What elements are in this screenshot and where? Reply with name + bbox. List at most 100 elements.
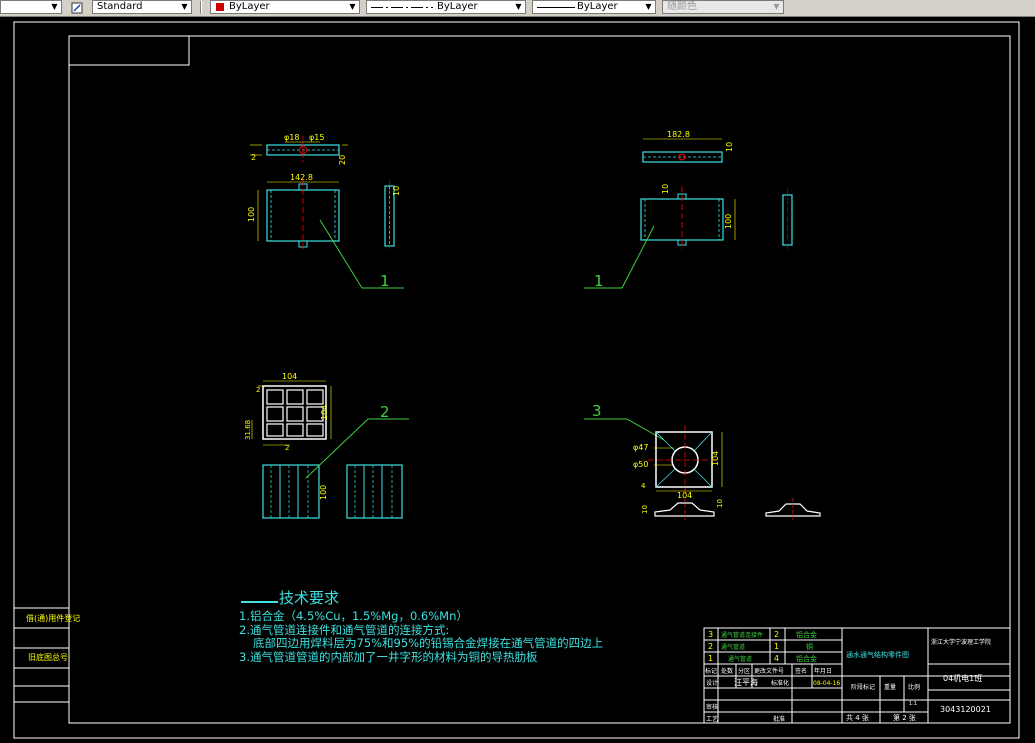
part-label-3: 3 xyxy=(592,402,602,420)
part-label-1a: 1 xyxy=(380,272,390,290)
outer-sheet-border xyxy=(13,21,1020,739)
sheet-number: 第 2 张 xyxy=(893,713,916,722)
tech-item-1: 1.铝合金（4.5%Cu，1.5%Mg，0.6%Mn） xyxy=(239,609,468,623)
designer-name: 汪平海 xyxy=(734,677,758,687)
plot-style-dropdown[interactable]: 随颜色 ▼ xyxy=(662,0,784,14)
dim-d15: φ15 xyxy=(309,133,324,142)
dim-20: 20 xyxy=(338,155,347,165)
dim-10b: 10 xyxy=(661,184,670,194)
text-style-icon[interactable] xyxy=(70,0,84,14)
part-name-1: 通气管道 xyxy=(728,655,752,663)
part-material-1: 铝合金 xyxy=(796,654,817,663)
part-name-2: 通气管道 xyxy=(721,643,745,651)
part-no-2: 2 xyxy=(708,642,713,651)
dim-side10: 10 xyxy=(716,499,724,508)
dim-104v: 104 xyxy=(320,405,329,420)
dim-10: 10 xyxy=(641,505,649,514)
design-label: 设计 xyxy=(706,679,718,687)
left-strip-label-old-drawing: 旧底图总号 xyxy=(28,652,68,662)
header-date: 年月日 xyxy=(814,667,832,675)
chevron-down-icon[interactable]: ▼ xyxy=(642,1,655,13)
header-zone: 分区 xyxy=(738,667,750,675)
dashdot-line-icon xyxy=(371,7,433,8)
approve-label: 批准 xyxy=(773,715,785,723)
text-style-value: Standard xyxy=(97,1,143,12)
std-label: 标准化 xyxy=(771,679,789,687)
dim-182-8: 182.8 xyxy=(667,130,690,139)
dim-2: 2 xyxy=(256,386,260,394)
top-left-box xyxy=(68,35,190,66)
drawing-canvas[interactable]: 借(通)用件登记 旧底图总号 φ18 φ15 2 20 142.8 100 10… xyxy=(0,16,1035,743)
view-part3-flange: 3 φ47 φ50 4 104 104 10 10 xyxy=(584,402,821,520)
text-style-dropdown[interactable]: Standard ▼ xyxy=(92,0,192,14)
part-no-1: 1 xyxy=(708,654,713,663)
chevron-down-icon[interactable]: ▼ xyxy=(512,1,525,13)
part-name-3: 通气管道连接件 xyxy=(721,631,763,639)
tech-item-2-detail: 底部四边用焊料层为75%和95%的铅锡合金焊接在通气管道的四边上 xyxy=(253,636,603,650)
view-part1-right: 182.8 10 10 100 1 xyxy=(584,130,793,290)
header-mark: 标记 xyxy=(705,667,717,675)
design-date: 08-04-16 xyxy=(813,680,840,687)
dim-142-8: 142.8 xyxy=(290,173,313,182)
dim-4: 4 xyxy=(641,482,646,490)
header-count: 处数 xyxy=(721,667,733,675)
dim-10a: 10 xyxy=(725,142,734,152)
scale-value: 1:1 xyxy=(909,701,917,707)
layer-dropdown[interactable]: ByLayer ▼ xyxy=(210,0,360,14)
lineweight-value: ByLayer xyxy=(577,1,618,12)
solid-line-icon xyxy=(537,7,575,8)
left-strip-label-reuse: 借(通)用件登记 xyxy=(26,613,80,623)
tech-title: 技术要求 xyxy=(279,589,339,607)
dim-d18: φ18 xyxy=(284,133,299,142)
tech-requirements: 技术要求 1.铝合金（4.5%Cu，1.5%Mg，0.6%Mn） 2.通气管道连… xyxy=(239,589,603,664)
linetype-dropdown[interactable]: ByLayer ▼ xyxy=(366,0,526,14)
flange-side-section xyxy=(654,502,715,517)
dim-d47: φ47 xyxy=(633,443,648,452)
prev-style-dropdown[interactable]: ▼ xyxy=(0,0,62,14)
check-label: 审核 xyxy=(706,703,718,711)
plot-style-value: 随颜色 xyxy=(667,1,697,12)
student-id: 3043120021 xyxy=(940,705,991,714)
process-label: 工艺 xyxy=(706,715,718,723)
part-label-2: 2 xyxy=(380,403,390,421)
view-part2-grid: 104 2 31.68 2 104 100 2 xyxy=(244,372,409,519)
chevron-down-icon[interactable]: ▼ xyxy=(48,1,61,13)
view-part1-left: φ18 φ15 2 20 142.8 100 10 1 xyxy=(247,133,404,290)
tech-item-2: 2.通气管道连接件和通气管道的连接方式: xyxy=(239,623,449,637)
part-qty-2: 1 xyxy=(774,642,779,651)
part-no-3: 3 xyxy=(708,630,713,639)
stage-label: 阶段标记 xyxy=(851,683,875,691)
chevron-down-icon[interactable]: ▼ xyxy=(770,1,783,13)
lineweight-dropdown[interactable]: ByLayer ▼ xyxy=(532,0,656,14)
dim-10: 10 xyxy=(392,186,401,196)
header-change-doc: 更改文件号 xyxy=(754,667,784,675)
dim-100: 100 xyxy=(319,485,328,500)
part-label-1b: 1 xyxy=(594,272,604,290)
dim-100: 100 xyxy=(247,207,256,222)
drawing-title: 通水通气结构零件图 xyxy=(846,650,909,659)
dim-104v: 104 xyxy=(711,451,720,466)
sheet-total: 共 4 张 xyxy=(846,713,869,722)
school-name: 浙江大学宁波理工学院 xyxy=(931,638,991,646)
properties-toolbar: ▼ Standard ▼ ByLayer ▼ ByLayer ▼ ByLayer… xyxy=(0,0,1035,17)
part-material-3: 铝合金 xyxy=(796,630,817,639)
layer-value: ByLayer xyxy=(229,1,270,12)
chevron-down-icon[interactable]: ▼ xyxy=(178,1,191,13)
part-material-2: 铜 xyxy=(806,642,813,651)
left-strip: 借(通)用件登记 旧底图总号 xyxy=(14,607,80,703)
toolbar-separator xyxy=(200,1,202,14)
dim-31-68: 31.68 xyxy=(244,420,252,440)
weight-label: 重量 xyxy=(884,683,896,691)
dim-2: 2 xyxy=(251,153,256,162)
dim-104: 104 xyxy=(282,372,297,381)
layer-color-swatch xyxy=(216,3,224,11)
part-qty-3: 2 xyxy=(774,630,779,639)
dim-pitch: 2 xyxy=(285,444,289,452)
dim-100: 100 xyxy=(724,214,733,229)
dim-d50: φ50 xyxy=(633,460,648,469)
chevron-down-icon[interactable]: ▼ xyxy=(346,1,359,13)
class-name: 04机电1班 xyxy=(943,673,982,683)
linetype-value: ByLayer xyxy=(437,1,478,12)
part-qty-1: 4 xyxy=(774,654,779,663)
scale-label: 比例 xyxy=(908,683,920,691)
